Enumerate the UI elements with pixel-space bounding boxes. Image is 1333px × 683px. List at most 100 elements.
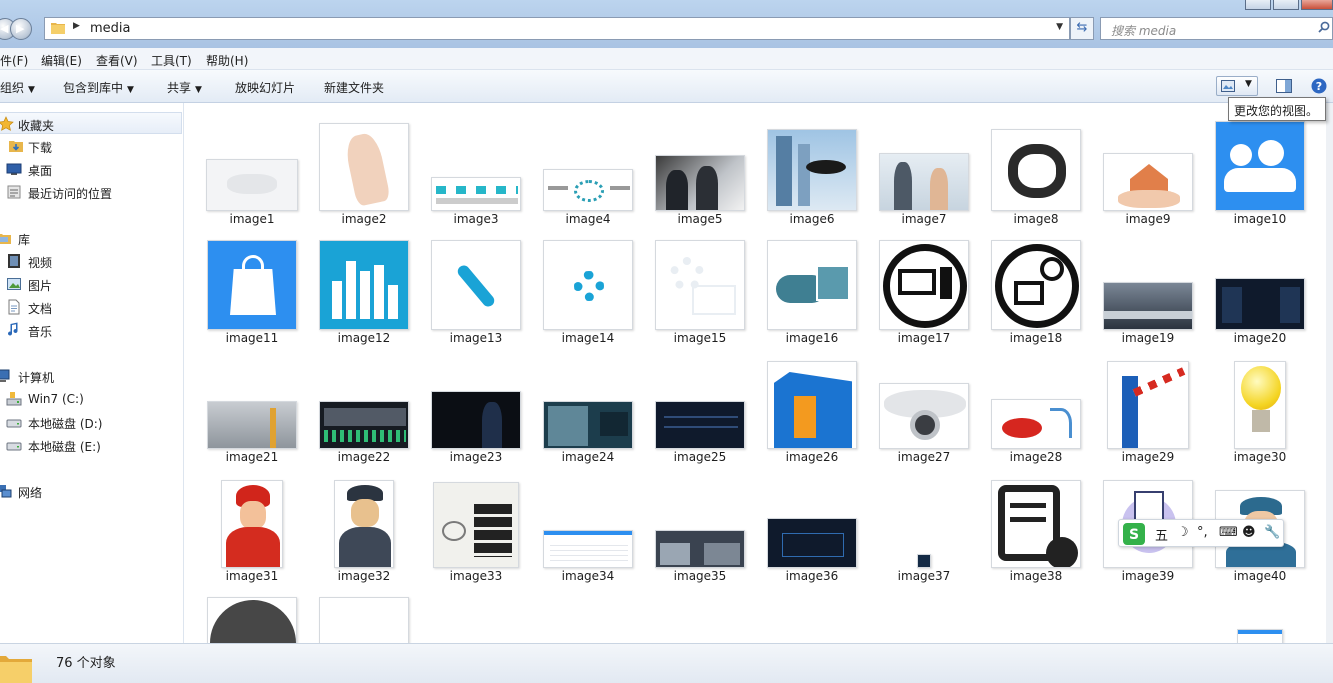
include-library-button[interactable]: 包含到库中 ▼	[63, 79, 134, 96]
help-icon[interactable]: ?	[1311, 78, 1327, 94]
status-bar: 76 个对象	[0, 643, 1333, 683]
file-item[interactable]: image32	[308, 464, 420, 583]
chevron-down-icon[interactable]: ▼	[1245, 79, 1252, 89]
file-item[interactable]: image35	[644, 464, 756, 583]
file-item[interactable]: image24	[532, 345, 644, 464]
file-item[interactable]: image6	[756, 107, 868, 226]
file-item[interactable]: image23	[420, 345, 532, 464]
search-icon[interactable]	[1318, 21, 1330, 33]
ime-mode[interactable]: 五	[1155, 525, 1168, 544]
file-item[interactable]: image3	[420, 107, 532, 226]
file-item[interactable]: image1	[196, 107, 308, 226]
file-item[interactable]	[980, 583, 1092, 643]
file-item[interactable]: image31	[196, 464, 308, 583]
file-item[interactable]: image4	[532, 107, 644, 226]
sidebar-item-documents[interactable]: 文档	[0, 296, 180, 318]
slideshow-button[interactable]: 放映幻灯片	[235, 79, 295, 96]
file-item[interactable]: image20	[1204, 226, 1316, 345]
file-item[interactable]: image18	[980, 226, 1092, 345]
file-item[interactable]: image15	[644, 226, 756, 345]
file-item[interactable]: image16	[756, 226, 868, 345]
chevron-down-icon[interactable]: ▼	[1056, 22, 1063, 32]
file-item[interactable]	[644, 583, 756, 643]
file-item[interactable]	[1092, 583, 1204, 643]
menu-file[interactable]: 件(F)	[0, 52, 28, 69]
address-bar[interactable]: ▶ media ▼	[44, 17, 1070, 40]
change-view-button[interactable]: ▼	[1216, 76, 1258, 96]
file-item[interactable]	[756, 583, 868, 643]
menu-view[interactable]: 查看(V)	[96, 52, 138, 69]
file-item[interactable]: image33	[420, 464, 532, 583]
file-item[interactable]: image2	[308, 107, 420, 226]
file-item[interactable]: image19	[1092, 226, 1204, 345]
file-item[interactable]: image36	[756, 464, 868, 583]
sidebar-item-videos[interactable]: 视频	[0, 250, 180, 272]
sidebar-item-favorites[interactable]: 收藏夹	[0, 112, 182, 134]
file-item[interactable]: image25	[644, 345, 756, 464]
settings-wrench-icon[interactable]: 🔧	[1264, 525, 1280, 540]
forward-button[interactable]: ▶	[10, 18, 32, 40]
file-item[interactable]: image28	[980, 345, 1092, 464]
breadcrumb-chevron-icon[interactable]: ▶	[73, 21, 80, 31]
file-item[interactable]: image7	[868, 107, 980, 226]
file-item[interactable]: image21	[196, 345, 308, 464]
sidebar-item-drive-e[interactable]: 本地磁盘 (E:)	[0, 434, 180, 456]
file-item[interactable]: image37	[868, 464, 980, 583]
keyboard-icon[interactable]: ⌨	[1219, 525, 1238, 540]
file-item[interactable]: image17	[868, 226, 980, 345]
half-width-icon[interactable]: ☽	[1177, 525, 1189, 540]
file-item[interactable]	[1204, 583, 1316, 643]
file-item[interactable]: image9	[1092, 107, 1204, 226]
sidebar-item-downloads[interactable]: 下载	[0, 135, 180, 157]
file-item[interactable]: image5	[644, 107, 756, 226]
file-item[interactable]	[420, 583, 532, 643]
file-item[interactable]: image12	[308, 226, 420, 345]
file-item[interactable]: image30	[1204, 345, 1316, 464]
file-item[interactable]: image29	[1092, 345, 1204, 464]
file-item[interactable]	[532, 583, 644, 643]
file-item[interactable]	[868, 583, 980, 643]
sidebar-item-drive-c[interactable]: Win7 (C:)	[0, 388, 180, 410]
file-item[interactable]: image11	[196, 226, 308, 345]
file-item[interactable]: image34	[532, 464, 644, 583]
punctuation-icon[interactable]: °,	[1197, 525, 1208, 540]
file-item[interactable]: image14	[532, 226, 644, 345]
search-box[interactable]: 搜索 media	[1100, 17, 1333, 40]
file-item[interactable]	[196, 583, 308, 643]
file-item[interactable]: image8	[980, 107, 1092, 226]
file-item[interactable]: image26	[756, 345, 868, 464]
menu-tools[interactable]: 工具(T)	[151, 52, 192, 69]
share-button[interactable]: 共享 ▼	[167, 79, 202, 96]
file-item[interactable]: image10	[1204, 107, 1316, 226]
menu-help[interactable]: 帮助(H)	[206, 52, 248, 69]
organize-button[interactable]: 组织 ▼	[0, 79, 35, 96]
file-view[interactable]: image1 image2 image3 image4 image5 image6 imag…	[185, 103, 1326, 643]
file-item[interactable]	[308, 583, 420, 643]
sidebar-item-network[interactable]: 网络	[0, 480, 180, 502]
close-button[interactable]	[1301, 0, 1333, 10]
minimize-button[interactable]	[1245, 0, 1271, 10]
menu-edit[interactable]: 编辑(E)	[41, 52, 82, 69]
sidebar-item-recent[interactable]: 最近访问的位置	[0, 181, 180, 203]
sidebar-item-libraries[interactable]: 库	[0, 227, 180, 249]
file-thumbnail-frame	[876, 353, 972, 449]
sidebar-item-pictures[interactable]: 图片	[0, 273, 180, 295]
file-item[interactable]: image38	[980, 464, 1092, 583]
file-thumbnail-frame	[1100, 353, 1196, 449]
breadcrumb-current[interactable]: media	[90, 21, 131, 36]
file-item[interactable]: image27	[868, 345, 980, 464]
file-thumbnail-frame	[764, 591, 860, 643]
maximize-button[interactable]	[1273, 0, 1299, 10]
ime-logo-icon[interactable]: S	[1123, 523, 1145, 545]
sidebar-item-computer[interactable]: 计算机	[0, 365, 180, 387]
sidebar-item-music[interactable]: 音乐	[0, 319, 180, 341]
sidebar-item-desktop[interactable]: 桌面	[0, 158, 180, 180]
refresh-button[interactable]: ⇆	[1070, 17, 1094, 40]
sidebar-item-drive-d[interactable]: 本地磁盘 (D:)	[0, 411, 180, 433]
skin-icon[interactable]: ☻	[1242, 525, 1256, 540]
preview-pane-icon[interactable]	[1276, 79, 1292, 93]
file-item[interactable]: image22	[308, 345, 420, 464]
file-item[interactable]: image13	[420, 226, 532, 345]
vertical-scrollbar[interactable]	[1326, 103, 1333, 643]
new-folder-button[interactable]: 新建文件夹	[324, 79, 384, 96]
